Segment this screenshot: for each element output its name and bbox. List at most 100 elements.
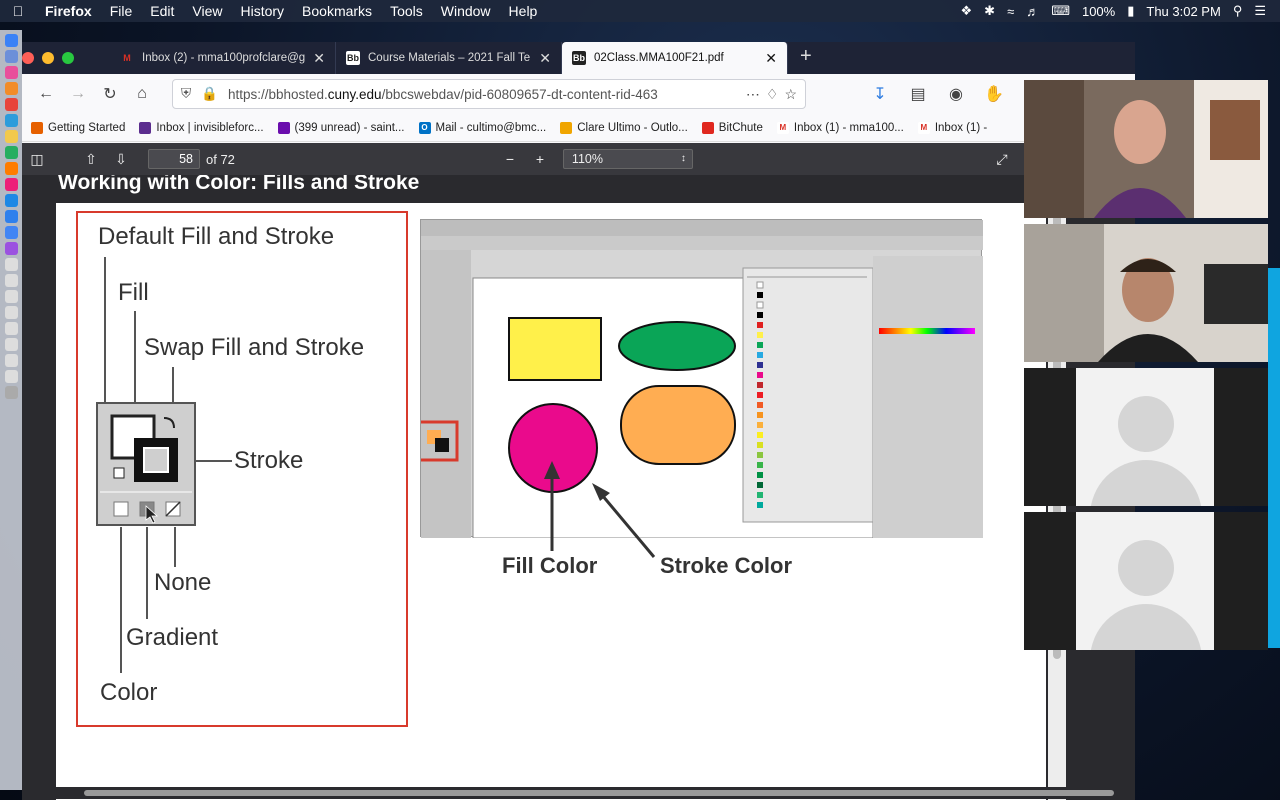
- page-number-input[interactable]: 58: [148, 149, 200, 169]
- menu-history[interactable]: History: [231, 3, 293, 19]
- menu-clock[interactable]: Thu 3:02 PM: [1146, 4, 1220, 19]
- avatar-head: [1118, 540, 1174, 596]
- url-text[interactable]: https://bbhosted.cuny.edu/bbcswebdav/pid…: [228, 87, 740, 102]
- video-tile-participant-3[interactable]: [1024, 368, 1268, 506]
- illustrator-interface: [415, 220, 983, 539]
- url-bar[interactable]: ⛨ 🔒 https://bbhosted.cuny.edu/bbcswebdav…: [172, 79, 806, 109]
- document-icon[interactable]: [4, 370, 18, 383]
- notes-icon[interactable]: [4, 130, 18, 143]
- illustrator-icon[interactable]: [4, 162, 18, 175]
- finder-icon[interactable]: [4, 34, 18, 47]
- tab-inbox[interactable]: M Inbox (2) - mma100profclare@g ✕: [110, 42, 336, 74]
- close-window-button[interactable]: [22, 52, 34, 64]
- new-tab-button[interactable]: +: [788, 45, 824, 74]
- presentation-mode-icon[interactable]: ⤢: [987, 151, 1017, 168]
- document-icon[interactable]: [4, 274, 18, 287]
- page-actions-icon[interactable]: ⋯: [746, 86, 760, 103]
- pdf-viewer[interactable]: Working with Color: Fills and Stroke Def…: [22, 175, 1135, 800]
- menu-view[interactable]: View: [183, 3, 231, 19]
- music-icon[interactable]: [4, 66, 18, 79]
- bookmark-saint[interactable]: (399 unread) - saint...: [271, 121, 412, 134]
- volume-icon[interactable]: ♬: [1026, 4, 1039, 19]
- lock-icon[interactable]: 🔒: [201, 86, 218, 102]
- slide-heading: Working with Color: Fills and Stroke: [58, 175, 420, 194]
- document-icon[interactable]: [4, 322, 18, 335]
- downloads-icon[interactable]: ↧: [864, 80, 896, 108]
- reload-icon[interactable]: ↻: [94, 80, 126, 108]
- video-tile-participant-4[interactable]: [1024, 512, 1268, 650]
- bookmark-mail-bmc[interactable]: O Mail - cultimo@bmc...: [412, 121, 554, 134]
- avatar-placeholder: [1076, 512, 1214, 650]
- menu-file[interactable]: File: [101, 3, 142, 19]
- scrollbar-thumb[interactable]: [84, 790, 1114, 796]
- bookmark-star-icon[interactable]: ☆: [784, 86, 797, 103]
- zoom-out-icon[interactable]: −: [495, 151, 525, 167]
- app-icon-green[interactable]: [4, 146, 18, 159]
- bluetooth-icon[interactable]: ✱: [984, 3, 995, 19]
- close-tab-icon[interactable]: ✕: [313, 50, 325, 67]
- launchpad-icon[interactable]: [4, 50, 18, 63]
- forward-icon[interactable]: →: [62, 80, 94, 108]
- app-icon-blue[interactable]: [4, 114, 18, 127]
- zoom-select[interactable]: 110%: [562, 149, 693, 169]
- home-icon[interactable]: ⌂: [126, 80, 158, 108]
- bookmark-inbox-invisible[interactable]: Inbox | invisibleforc...: [132, 121, 270, 134]
- document-icon[interactable]: [4, 306, 18, 319]
- extension-icon[interactable]: ✋: [978, 80, 1010, 108]
- app-icon-red[interactable]: [4, 98, 18, 111]
- document-icon[interactable]: [4, 290, 18, 303]
- spotlight-search-icon[interactable]: ⚲: [1233, 3, 1243, 19]
- menu-bookmarks[interactable]: Bookmarks: [293, 3, 381, 19]
- tab-pdf[interactable]: Bb 02Class.MMA100F21.pdf ✕: [562, 42, 788, 74]
- bookmark-getting-started[interactable]: Getting Started: [24, 121, 132, 134]
- indesign-icon[interactable]: [4, 178, 18, 191]
- bookmark-inbox-2[interactable]: M Inbox (1) -: [911, 121, 994, 134]
- apple-icon[interactable]: : [0, 3, 36, 19]
- horizontal-scrollbar[interactable]: [22, 787, 1122, 799]
- sidebar-toggle-icon[interactable]: ◫: [22, 151, 52, 168]
- menu-tools[interactable]: Tools: [381, 3, 432, 19]
- bookmark-inbox-1[interactable]: M Inbox (1) - mma100...: [770, 121, 911, 134]
- shield-icon[interactable]: ⛨: [181, 86, 191, 102]
- menu-help[interactable]: Help: [500, 3, 547, 19]
- video-tile-participant-2[interactable]: [1024, 224, 1268, 362]
- document-icon[interactable]: [4, 258, 18, 271]
- avatar-placeholder: [1076, 368, 1214, 506]
- menu-edit[interactable]: Edit: [141, 3, 183, 19]
- document-icon[interactable]: [4, 354, 18, 367]
- menu-window[interactable]: Window: [432, 3, 500, 19]
- pocket-icon[interactable]: ♢: [766, 86, 779, 103]
- video-tile-participant-1[interactable]: [1024, 80, 1268, 218]
- zoom-icon[interactable]: [4, 210, 18, 223]
- back-icon[interactable]: ←: [30, 80, 62, 108]
- extension-icon[interactable]: ◉: [940, 80, 972, 108]
- zoom-in-icon[interactable]: +: [525, 151, 555, 167]
- keyboard-icon[interactable]: ⌨: [1051, 3, 1070, 19]
- control-center-icon[interactable]: ☰: [1254, 3, 1266, 19]
- close-tab-icon[interactable]: ✕: [765, 50, 777, 67]
- battery-icon[interactable]: ▮: [1127, 3, 1134, 19]
- firefox-dock-icon[interactable]: [4, 82, 18, 95]
- next-page-icon[interactable]: ⇩: [106, 151, 136, 168]
- pdf-page: Default Fill and Stroke Fill Swap Fill a…: [56, 203, 1046, 800]
- dropbox-icon[interactable]: ❖: [961, 3, 973, 19]
- tab-course-materials[interactable]: Bb Course Materials – 2021 Fall Te ✕: [336, 42, 562, 74]
- photoshop-icon[interactable]: [4, 194, 18, 207]
- zoom-window-button[interactable]: [62, 52, 74, 64]
- chrome-icon[interactable]: [4, 226, 18, 239]
- wifi-icon[interactable]: ≈: [1007, 4, 1014, 19]
- document-icon[interactable]: [4, 338, 18, 351]
- menu-app-name[interactable]: Firefox: [36, 3, 101, 19]
- trash-icon[interactable]: [4, 386, 18, 399]
- bookmark-bitchute[interactable]: BitChute: [695, 121, 770, 134]
- close-tab-icon[interactable]: ✕: [539, 50, 551, 67]
- green-ellipse: [618, 321, 736, 371]
- firefox-icon: [31, 121, 43, 134]
- menu-bar:  Firefox File Edit View History Bookmar…: [0, 0, 1280, 22]
- library-icon[interactable]: ▤: [902, 80, 934, 108]
- bookmark-label: Inbox (1) -: [934, 121, 988, 134]
- bookmark-clare-outlook[interactable]: Clare Ultimo - Outlo...: [553, 121, 695, 134]
- previous-page-icon[interactable]: ⇧: [76, 151, 106, 168]
- minimize-window-button[interactable]: [42, 52, 54, 64]
- app-icon-purple[interactable]: [4, 242, 18, 255]
